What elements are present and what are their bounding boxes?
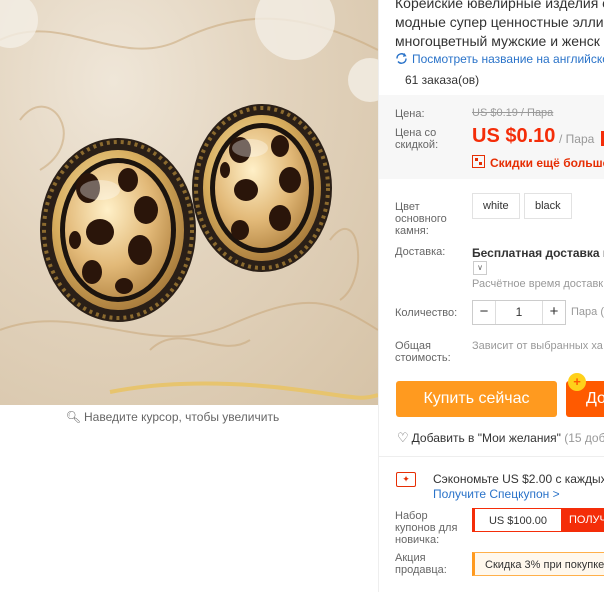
- shipping-method: Бесплатная доставка в F: [472, 246, 604, 260]
- seller-promo-label: Акция продавца:: [395, 552, 447, 576]
- quantity-unit: Пара (3: [571, 306, 604, 318]
- total-label: Общая стоимость:: [395, 340, 451, 364]
- stone-color-label: Цвет основного камня:: [395, 201, 447, 237]
- product-info-panel: Корейские ювелирные изделия с модные суп…: [378, 0, 604, 592]
- new-user-coupon-label: Набор купонов для новичка:: [395, 510, 458, 546]
- color-option-white[interactable]: white: [472, 193, 520, 219]
- quantity-stepper: − 1 +: [472, 300, 566, 325]
- more-discounts-link[interactable]: Скидки ещё больше в: [472, 155, 604, 170]
- title-line: Корейские ювелирные изделия с: [395, 0, 604, 11]
- more-discounts-text: Скидки ещё больше в: [490, 156, 604, 170]
- add-to-wishlist-link[interactable]: ♡Добавить в "Мои желания" (15 доба: [397, 430, 604, 446]
- coupon-icon: ✦: [396, 472, 416, 487]
- discount-price-label: Цена со скидкой:: [395, 127, 439, 151]
- quantity-increase-button[interactable]: +: [542, 301, 565, 324]
- translate-title-link[interactable]: Посмотреть название на английско: [395, 52, 604, 66]
- seller-promo[interactable]: Скидка 3% при покупке: [472, 552, 604, 576]
- wishlist-count: (15 доба: [564, 431, 604, 445]
- earrings-illustration: [0, 0, 378, 400]
- translate-icon: [396, 53, 407, 64]
- new-user-coupon-value: US $100.00: [472, 508, 562, 532]
- buy-now-button[interactable]: Купить сейчас: [396, 381, 557, 417]
- shipping-label: Доставка:: [395, 246, 446, 258]
- right-earring: [192, 104, 332, 272]
- price-label: Цена:: [395, 108, 425, 120]
- total-value: Зависит от выбранных ха: [472, 340, 603, 352]
- quantity-decrease-button[interactable]: −: [473, 301, 496, 324]
- zoom-hint-text: Наведите курсор, чтобы увеличить: [84, 410, 280, 424]
- divider: [379, 456, 604, 457]
- color-option-black[interactable]: black: [524, 193, 572, 219]
- chevron-down-icon[interactable]: ∨: [473, 261, 487, 275]
- price-unit: / Пара: [559, 132, 595, 146]
- left-earring: [40, 138, 196, 322]
- qr-icon: [472, 155, 485, 168]
- cart-plus-icon: +: [568, 373, 586, 391]
- orders-count: 61 заказа(ов): [405, 73, 480, 87]
- wishlist-text: Добавить в "Мои желания": [411, 431, 561, 445]
- get-coupon-link[interactable]: Получите Спецкупон >: [433, 487, 560, 501]
- shipping-time: Расчётное время доставк: [472, 278, 604, 290]
- heart-icon: ♡: [397, 430, 409, 445]
- old-price: US $0.19 / Пара: [472, 107, 554, 119]
- title-line: многоцветный мужские и женск: [395, 33, 600, 49]
- product-title: Корейские ювелирные изделия с модные суп…: [395, 0, 604, 51]
- translate-link-text: Посмотреть название на английско: [412, 52, 604, 66]
- get-new-user-coupon-button[interactable]: ПОЛУЧЕ: [562, 508, 604, 532]
- quantity-label: Количество:: [395, 307, 458, 319]
- coupon-save-text: Сэкономьте US $2.00 с каждых US: [433, 472, 604, 486]
- quantity-input[interactable]: 1: [496, 301, 542, 324]
- search-icon: 🔍︎: [65, 410, 82, 424]
- zoom-hint: 🔍︎ Наведите курсор, чтобы увеличить: [0, 410, 345, 424]
- discount-price: US $0.10: [472, 125, 556, 147]
- product-image[interactable]: [0, 0, 378, 405]
- product-gallery: 🔍︎ Наведите курсор, чтобы увеличить: [0, 0, 378, 592]
- title-line: модные супер ценностные эллип: [395, 14, 604, 30]
